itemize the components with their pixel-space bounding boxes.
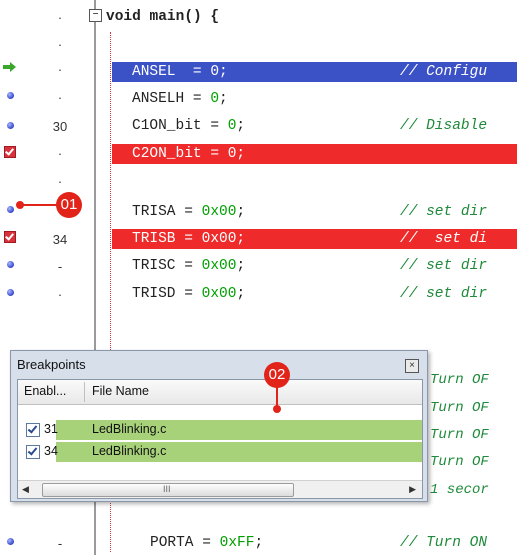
horizontal-scrollbar[interactable]: ◀ III ▶ — [18, 480, 422, 498]
breakpoint-row[interactable]: 31 LedBlinking.c — [18, 420, 422, 440]
breakpoint-dot-icon[interactable] — [2, 532, 18, 550]
breakpoint-line-number: 31 — [44, 422, 58, 436]
code-line-main[interactable]: void main() { — [106, 8, 219, 26]
fold-toggle[interactable]: − — [89, 9, 102, 22]
code-comment: Turn OF — [430, 400, 489, 416]
breakpoint-row[interactable]: 34 LedBlinking.c — [18, 442, 422, 462]
callout-pointer-dot — [16, 201, 24, 209]
line-number: · — [57, 146, 63, 161]
code-line[interactable]: TRISA = 0x00; — [132, 203, 245, 221]
code-comment: // Turn ON — [400, 535, 488, 551]
breakpoint-dot-icon[interactable] — [2, 283, 18, 301]
breakpoint-line[interactable]: TRISB = 0x00; // set di — [112, 229, 517, 249]
callout-02: 02 — [264, 362, 290, 388]
line-number: · — [57, 37, 63, 52]
active-breakpoint-icon[interactable] — [2, 143, 18, 161]
close-icon[interactable]: × — [405, 359, 419, 373]
code-comment: // set dir — [400, 286, 488, 302]
code-comment: Turn OF — [430, 427, 489, 443]
breakpoints-window[interactable]: Breakpoints × Enabl... File Name 31 LedB… — [10, 350, 428, 502]
column-header-enabled[interactable]: Enabl... — [24, 384, 66, 398]
scroll-right-icon[interactable]: ▶ — [409, 484, 416, 495]
column-divider[interactable] — [84, 382, 85, 402]
breakpoint-line-number: 34 — [44, 444, 58, 458]
line-number: · — [57, 90, 63, 105]
line-number: · — [57, 62, 63, 77]
column-header-file-name[interactable]: File Name — [92, 384, 149, 398]
breakpoint-file-name: LedBlinking.c — [92, 422, 167, 436]
breakpoint-dot-icon[interactable] — [2, 86, 18, 104]
list-header: Enabl... File Name — [18, 380, 422, 405]
code-comment: Turn OF — [430, 372, 489, 388]
code-comment: // set dir — [400, 258, 488, 274]
scrollbar-grip: III — [163, 484, 171, 494]
scrollbar-thumb[interactable]: III — [42, 483, 294, 497]
code-comment: // Configu — [400, 64, 488, 80]
code-comment: // set di — [400, 231, 488, 247]
callout-01: 01 — [56, 192, 82, 218]
line-number: · — [57, 174, 63, 189]
code-line[interactable]: TRISC = 0x00; — [132, 257, 245, 275]
line-number: - — [57, 259, 63, 274]
active-breakpoint-icon[interactable] — [2, 228, 18, 246]
breakpoints-title: Breakpoints — [17, 357, 86, 372]
code-comment: // Disable — [400, 118, 488, 134]
scroll-left-icon[interactable]: ◀ — [22, 484, 29, 495]
code-comment: Turn OF — [430, 454, 489, 470]
breakpoint-dot-icon[interactable] — [2, 116, 18, 134]
code-line[interactable]: PORTA = 0xFF; — [150, 534, 263, 552]
callout-leader-line — [20, 204, 58, 206]
current-execution-line[interactable]: ANSEL = 0; // Configu — [112, 62, 517, 82]
breakpoint-line[interactable]: C2ON_bit = 0; — [112, 144, 517, 164]
breakpoint-dot-icon[interactable] — [2, 255, 18, 273]
code-comment: // set dir — [400, 204, 488, 220]
code-line[interactable]: ANSELH = 0; — [132, 90, 228, 108]
line-number: 30 — [52, 119, 68, 134]
code-text: C2ON_bit = 0; — [132, 146, 246, 162]
breakpoint-file-name: LedBlinking.c — [92, 444, 167, 458]
enabled-checkbox[interactable] — [26, 445, 40, 459]
line-number: · — [57, 287, 63, 302]
enabled-checkbox[interactable] — [26, 423, 40, 437]
code-line[interactable]: C1ON_bit = 0; — [132, 117, 245, 135]
code-comment: 1 secor — [430, 482, 489, 498]
line-number: 34 — [52, 232, 68, 247]
code-line[interactable]: TRISD = 0x00; — [132, 285, 245, 303]
callout-pointer-dot — [273, 405, 281, 413]
line-number: - — [57, 536, 63, 551]
current-line-arrow-icon — [2, 58, 18, 76]
code-text: TRISB = 0x00; — [132, 231, 246, 247]
code-text: ANSEL = 0; — [132, 64, 228, 80]
breakpoints-list[interactable]: Enabl... File Name 31 LedBlinking.c 34 L… — [17, 379, 423, 499]
line-number: · — [57, 10, 63, 25]
